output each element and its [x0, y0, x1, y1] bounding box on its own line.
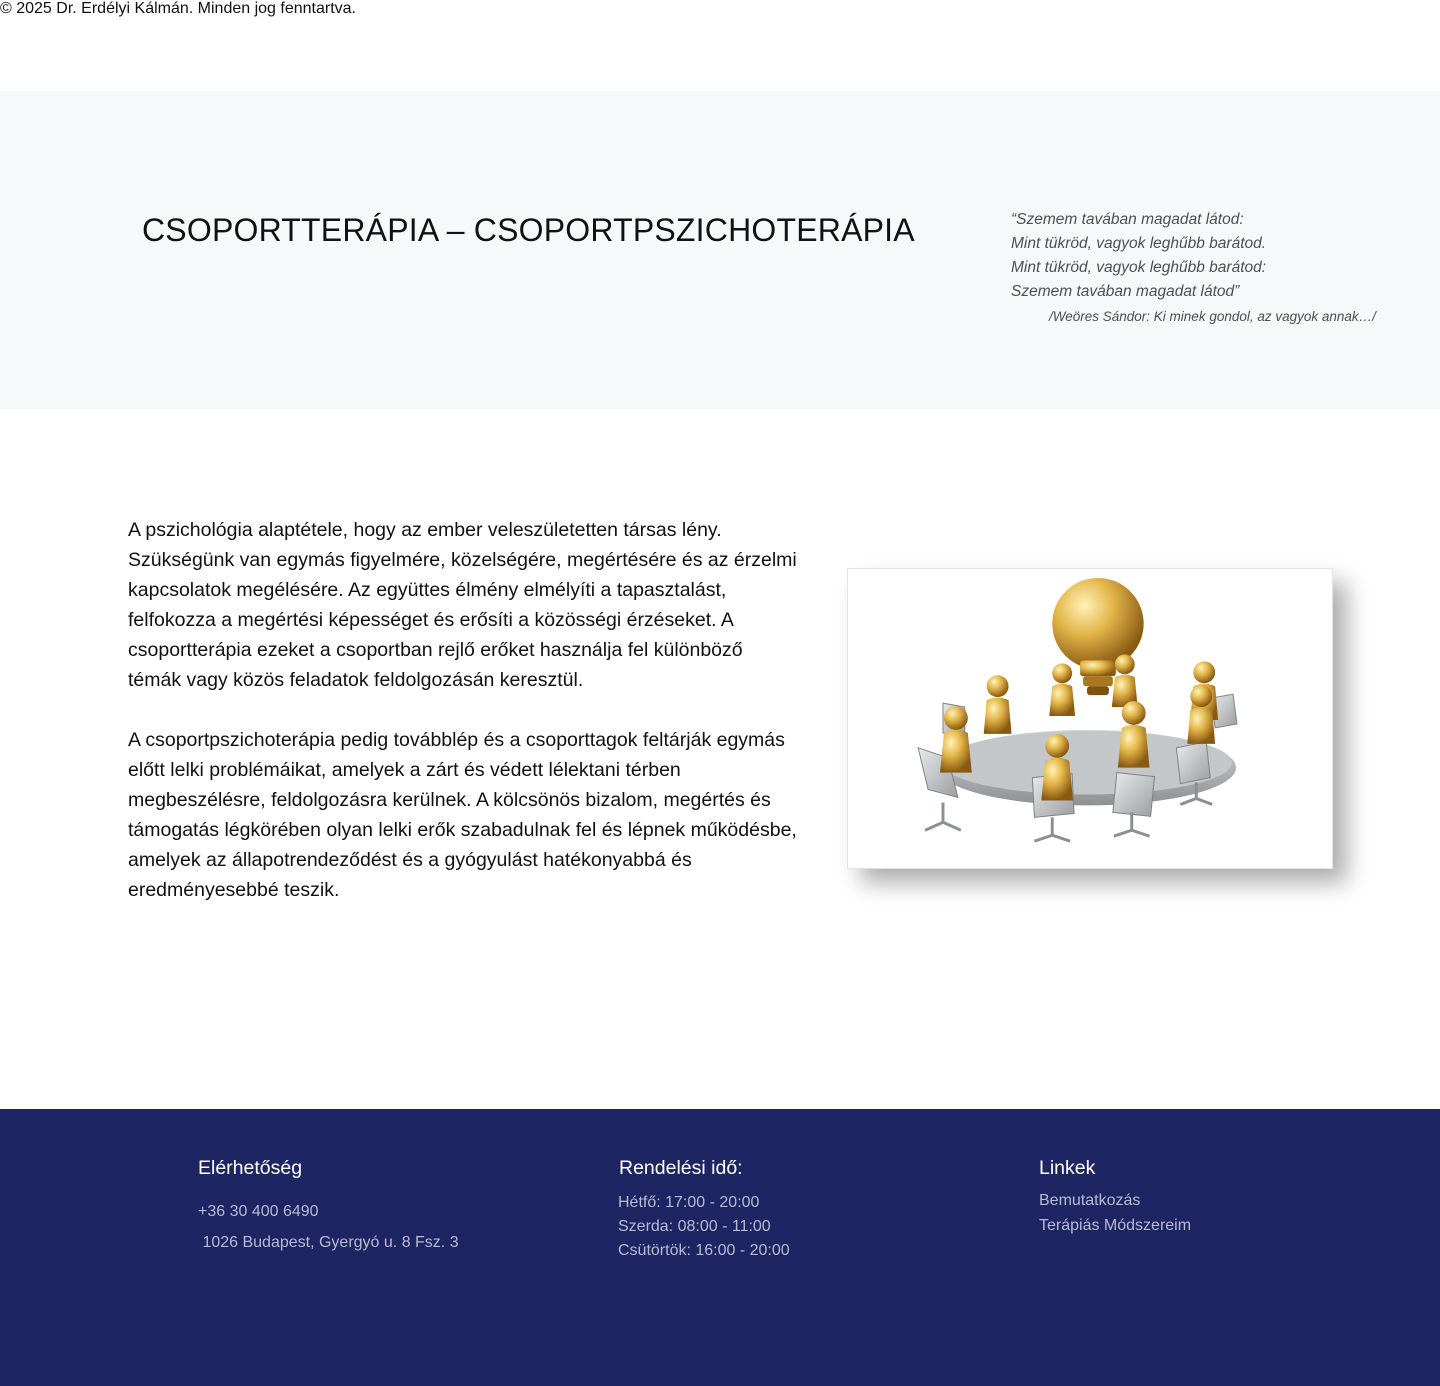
page-title: CSOPORTTERÁPIA – CSOPORTPSZICHOTERÁPIA [142, 212, 915, 248]
quote-line: Mint tükröd, vagyok leghűbb barátod: [1011, 259, 1267, 276]
quote-line: “Szemem tavában magadat látod: [1011, 211, 1244, 228]
hours-line-wednesday: Szerda: 08:00 - 11:00 [618, 1218, 771, 1235]
link-bemutatkozas[interactable]: Bemutatkozás [1039, 1192, 1140, 1210]
links-heading: Linkek [1039, 1157, 1096, 1179]
site-footer: Elérhetőség +36 30 400 6490 1026 Budapes… [0, 1109, 1440, 1386]
quote-line: Mint tükröd, vagyok leghűbb barátod. [1011, 235, 1267, 252]
address-text: 1026 Budapest, Gyergyó u. 8 Fsz. 3 [198, 1234, 459, 1251]
paragraph-group-therapy: A pszichológia alaptétele, hogy az ember… [128, 519, 797, 691]
golden-figures-lightbulb-icon [848, 569, 1332, 868]
copyright-text: © 2025 Dr. Erdélyi Kálmán. Minden jog fe… [0, 0, 356, 17]
group-therapy-illustration [847, 568, 1333, 869]
phone-link[interactable]: +36 30 400 6490 [198, 1203, 319, 1221]
link-terapias-modszereim[interactable]: Terápiás Módszereim [1039, 1217, 1191, 1235]
quote-line: Szemem tavában magadat látod” [1011, 283, 1240, 300]
poem-quote: “Szemem tavában magadat látod: Mint tükr… [1011, 208, 1266, 304]
paragraph-group-psychotherapy: A csoportpszichoterápia pedig továbblép … [128, 729, 797, 901]
hours-heading: Rendelési idő: [619, 1157, 743, 1179]
contact-heading: Elérhetőség [198, 1157, 303, 1179]
article-body: A pszichológia alaptétele, hogy az ember… [128, 515, 798, 905]
quote-source: /Weöres Sándor: Ki minek gondol, az vagy… [1049, 309, 1376, 324]
hours-line-monday: Hétfő: 17:00 - 20:00 [618, 1194, 760, 1211]
hours-line-thursday: Csütörtök: 16:00 - 20:00 [618, 1242, 790, 1259]
